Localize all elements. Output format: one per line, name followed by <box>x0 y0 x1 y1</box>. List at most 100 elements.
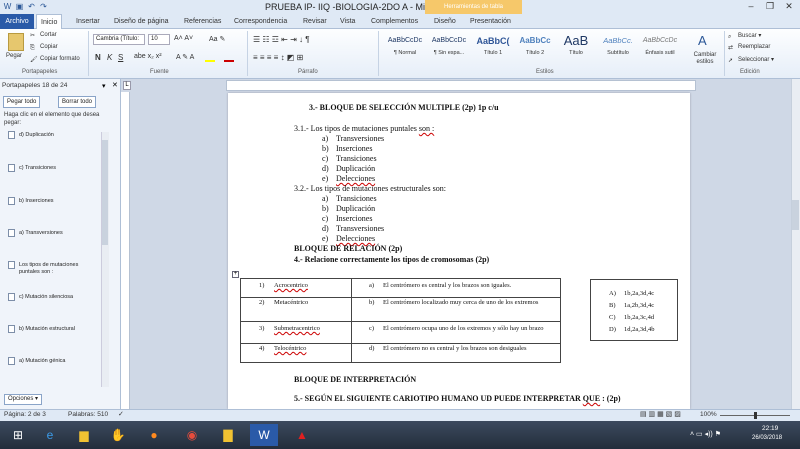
tab-table-layout[interactable]: Presentación <box>466 14 515 29</box>
q31-letter-a: a) <box>322 134 329 143</box>
page-count[interactable]: Página: 2 de 3 <box>4 411 46 418</box>
q31-option-c: Transiciones <box>336 154 377 163</box>
replace-icon: ⇄ <box>728 45 734 51</box>
clear-all-button[interactable]: Borrar todo <box>58 96 97 108</box>
q31-option-a: Transversiones <box>336 134 385 143</box>
chrome-icon[interactable]: ◉ <box>178 424 206 446</box>
find-button[interactable]: ⌕ Buscar ▾ <box>728 32 761 42</box>
q31-letter-e: e) <box>322 174 329 183</box>
pane-close-icon[interactable]: ✕ <box>112 81 118 89</box>
clipboard-item-icon <box>8 293 15 301</box>
tab-addins[interactable]: Complementos <box>367 14 422 29</box>
tab-file[interactable]: Archivo <box>0 14 34 29</box>
underline-icon[interactable]: S <box>118 53 123 62</box>
paste-button[interactable]: Pegar <box>6 53 22 59</box>
horizontal-ruler[interactable] <box>226 80 696 91</box>
restore-icon[interactable]: ❐ <box>761 0 779 13</box>
highlight-color-icon[interactable] <box>205 60 215 62</box>
align-left-icon[interactable]: ≡ ≡ ≡ ≡ ↕ ◩ ⊞ <box>253 53 303 62</box>
tab-mailings[interactable]: Correspondencia <box>230 14 291 29</box>
clipboard-item[interactable]: Los tipos de mutaciones puntales son : <box>19 262 99 276</box>
section3-heading: 3.- BLOQUE DE SELECCIÓN MULTIPLE (2p) 1p… <box>309 103 499 112</box>
tab-selector-icon[interactable]: L <box>123 81 131 90</box>
acrobat-icon[interactable]: ▲ <box>288 424 316 446</box>
answer-options-box[interactable]: A) 1b,2a,3d,4c B) 1a,2b,3d,4c C) 1b,2a,3… <box>590 279 678 341</box>
clipboard-item-icon <box>8 357 15 365</box>
word-taskbar-icon[interactable]: W <box>250 424 278 446</box>
save-icon[interactable]: ▣ <box>15 2 24 11</box>
group-separator <box>378 31 379 76</box>
word-count[interactable]: Palabras: 510 <box>68 411 108 418</box>
minimize-icon[interactable]: – <box>742 0 760 13</box>
vertical-ruler[interactable] <box>121 92 130 409</box>
system-tray-icons[interactable]: ˄ ▭ ◂)) ⚑ <box>690 430 721 438</box>
tab-references[interactable]: Referencias <box>180 14 225 29</box>
q31-option-d: Duplicación <box>336 164 376 173</box>
style-subtitle[interactable]: AaBbCc. Subtítulo <box>597 32 639 64</box>
tab-page-layout[interactable]: Diseño de página <box>110 14 173 29</box>
clipboard-item-icon <box>8 229 15 237</box>
redo-icon[interactable]: ↷ <box>39 2 48 11</box>
style-subtle-emphasis[interactable]: AaBbCcDc Énfasis sutil <box>639 32 681 64</box>
relation-table[interactable]: 1) Acrocentrico a) El centrómero es cent… <box>240 278 561 363</box>
file-explorer-icon[interactable]: ▇ <box>214 424 242 446</box>
clear-format-icon[interactable]: Aa ✎ <box>209 35 225 43</box>
font-size-box[interactable]: 10 <box>148 34 170 45</box>
tab-review[interactable]: Revisar <box>299 14 331 29</box>
firefox-icon[interactable]: ● <box>140 424 168 446</box>
text-effects-icon[interactable]: A ✎ A <box>176 53 194 61</box>
clock-date[interactable]: 26/03/2018 <box>752 435 782 441</box>
tab-insert[interactable]: Insertar <box>72 14 104 29</box>
app-icon[interactable]: ✋ <box>104 424 132 446</box>
format-painter-button[interactable]: 🖌 Copiar formato <box>30 56 80 64</box>
change-styles-icon: A <box>698 33 707 48</box>
font-name-box[interactable]: Cambria (Título: <box>93 34 145 45</box>
pane-scroll-thumb[interactable] <box>102 140 108 245</box>
style-heading1[interactable]: AaBbC(Título 1 <box>472 32 514 64</box>
pane-options-button[interactable]: Opciones ▾ <box>4 394 43 405</box>
table-def-letter: b) <box>369 299 375 306</box>
proofing-icon[interactable]: ✓ <box>118 410 124 418</box>
font-color-icon[interactable] <box>224 60 234 62</box>
replace-button[interactable]: ⇄ Reemplazar <box>728 44 770 52</box>
binoculars-icon: ⌕ <box>728 34 732 40</box>
tab-table-design[interactable]: Diseño <box>430 14 460 29</box>
view-buttons-icon[interactable]: ▤ ▥ ▦ ▧ ▨ <box>640 410 681 418</box>
table-move-handle-icon[interactable]: + <box>232 271 239 278</box>
styles-group-label: Estilos <box>536 69 554 75</box>
vertical-scroll-thumb[interactable] <box>792 200 799 230</box>
style-heading2[interactable]: AaBbCc Título 2 <box>514 32 556 64</box>
copy-button[interactable]: ⎘ Copiar <box>30 44 58 53</box>
answer-letter: C) <box>609 314 616 321</box>
italic-icon[interactable]: K <box>107 53 112 62</box>
vertical-scrollbar[interactable] <box>791 79 800 409</box>
grow-font-icon[interactable]: A˄ A˅ <box>174 35 193 42</box>
cut-button[interactable]: ✂ Cortar <box>30 32 57 40</box>
question-4: 4.- Relacione correctamente los tipos de… <box>294 255 490 264</box>
select-button[interactable]: ➚ Seleccionar ▾ <box>728 56 774 65</box>
style-normal[interactable]: AaBbCcDc ¶ Normal <box>384 32 426 64</box>
strikethrough-icon[interactable]: abe x₂ x² <box>134 53 162 60</box>
cursor-icon: ➚ <box>728 58 734 64</box>
zoom-slider-thumb[interactable] <box>754 412 757 419</box>
pane-menu-icon[interactable]: ▾ <box>102 82 106 90</box>
style-no-spacing[interactable]: AaBbCcDc ¶ Sin espa... <box>428 32 470 64</box>
clipboard-group-label: Portapapeles <box>22 69 58 75</box>
tab-home[interactable]: Inicio <box>36 14 63 30</box>
tab-view[interactable]: Vista <box>336 14 359 29</box>
undo-icon[interactable]: ↶ <box>27 2 36 11</box>
paste-icon[interactable] <box>8 33 24 51</box>
change-styles-button[interactable]: Cambiar estilos <box>690 52 720 66</box>
bold-icon[interactable]: N <box>95 53 101 62</box>
style-title[interactable]: AaB Título <box>555 32 597 64</box>
q32-option-c: Inserciones <box>336 214 373 223</box>
bullets-icon[interactable]: ☰ ☷ ☲ ⇤ ⇥ ↓ ¶ <box>253 35 310 44</box>
internet-explorer-icon[interactable]: e <box>36 424 64 446</box>
table-def-letter: a) <box>369 282 375 289</box>
zoom-level[interactable]: 100% <box>700 411 717 418</box>
windows-start-icon[interactable]: ⊞ <box>4 424 32 446</box>
close-icon[interactable]: ✕ <box>780 0 798 13</box>
paste-all-button[interactable]: Pegar todo <box>3 96 41 108</box>
clock-time[interactable]: 22:19 <box>762 425 778 432</box>
folder-icon[interactable]: ▆ <box>70 424 98 446</box>
